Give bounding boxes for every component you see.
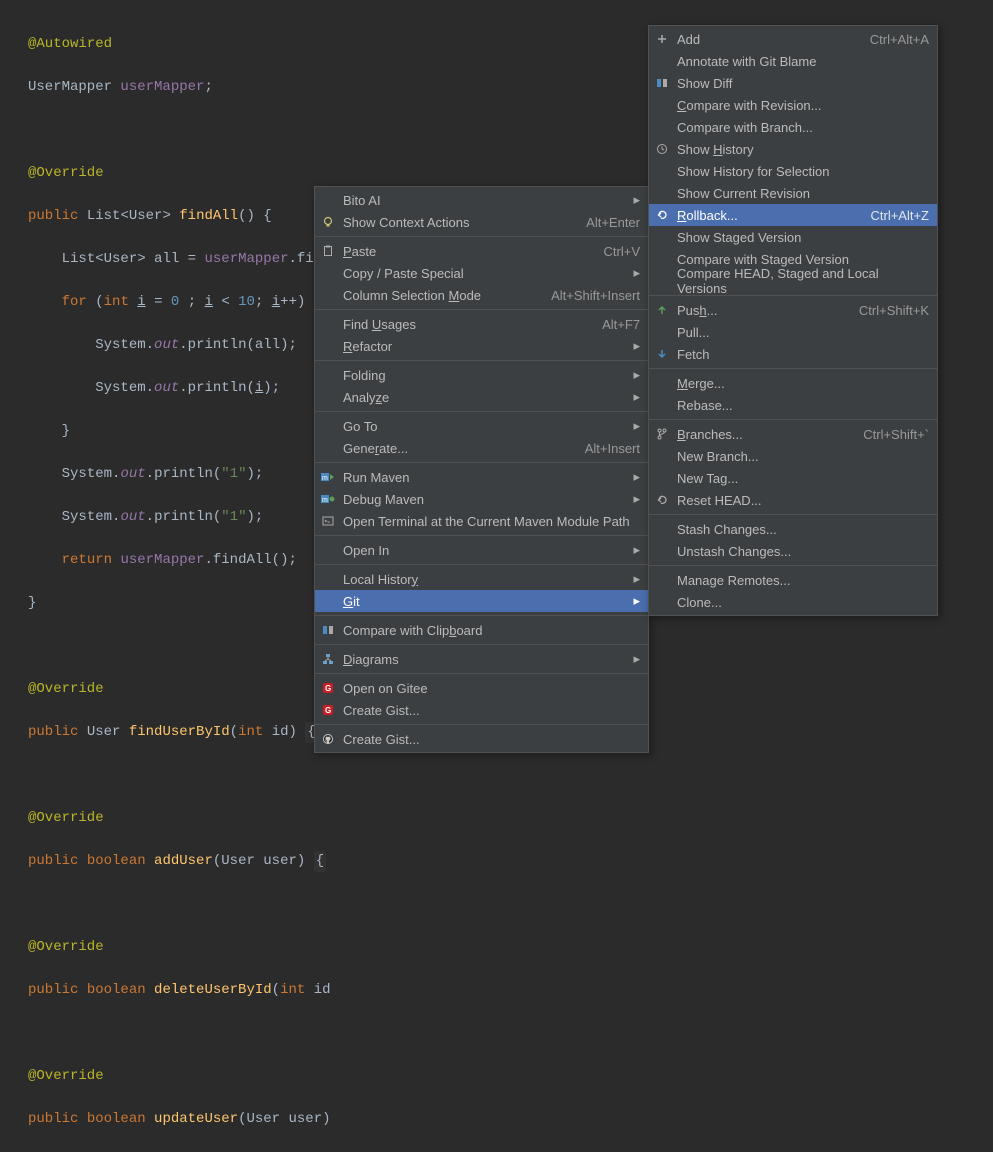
branch-icon [653,426,671,442]
stash-item[interactable]: Stash Changes... [649,518,937,540]
analyze-item[interactable]: Analyze▸ [315,386,648,408]
reset-head-item[interactable]: Reset HEAD... [649,489,937,511]
diagram-icon [319,651,337,667]
generate-item[interactable]: Generate...Alt+Insert [315,437,648,459]
svg-text:G: G [325,706,331,715]
chevron-right-icon: ▸ [633,651,640,667]
run-maven-item[interactable]: mRun Maven▸ [315,466,648,488]
chevron-right-icon: ▸ [633,571,640,587]
clock-icon [653,141,671,157]
context-menu: Bito AI▸ Show Context ActionsAlt+Enter P… [314,186,649,753]
diff-icon [653,75,671,91]
svg-text:G: G [325,684,331,693]
chevron-right-icon: ▸ [633,338,640,354]
chevron-right-icon: ▸ [633,418,640,434]
new-tag-item[interactable]: New Tag... [649,467,937,489]
add-item[interactable]: AddCtrl+Alt+A [649,28,937,50]
open-in-item[interactable]: Open In▸ [315,539,648,561]
manage-remotes-item[interactable]: Manage Remotes... [649,569,937,591]
terminal-icon [319,513,337,529]
merge-item[interactable]: Merge... [649,372,937,394]
fetch-item[interactable]: Fetch [649,343,937,365]
chevron-right-icon: ▸ [633,265,640,281]
compare-branch-item[interactable]: Compare with Branch... [649,116,937,138]
chevron-right-icon: ▸ [633,389,640,405]
show-diff-item[interactable]: Show Diff [649,72,937,94]
chevron-right-icon: ▸ [633,542,640,558]
open-gitee-item[interactable]: GOpen on Gitee [315,677,648,699]
github-icon [319,731,337,747]
debug-maven-item[interactable]: mDebug Maven▸ [315,488,648,510]
chevron-right-icon: ▸ [633,593,640,609]
goto-item[interactable]: Go To▸ [315,415,648,437]
chevron-right-icon: ▸ [633,491,640,507]
rollback-item[interactable]: Rollback...Ctrl+Alt+Z [649,204,937,226]
show-current-revision-item[interactable]: Show Current Revision [649,182,937,204]
svg-text:m: m [322,475,328,482]
bulb-icon [319,214,337,230]
annotate-item[interactable]: Annotate with Git Blame [649,50,937,72]
column-selection-item[interactable]: Column Selection ModeAlt+Shift+Insert [315,284,648,306]
maven-run-icon: m [319,469,337,485]
chevron-right-icon: ▸ [633,367,640,383]
svg-text:m: m [322,497,328,504]
fetch-icon [653,346,671,362]
chevron-right-icon: ▸ [633,192,640,208]
diff-icon [319,622,337,638]
push-item[interactable]: Push...Ctrl+Shift+K [649,299,937,321]
diagrams-item[interactable]: Diagrams▸ [315,648,648,670]
context-actions-item[interactable]: Show Context ActionsAlt+Enter [315,211,648,233]
chevron-right-icon: ▸ [633,469,640,485]
folding-item[interactable]: Folding▸ [315,364,648,386]
compare-clipboard-item[interactable]: Compare with Clipboard [315,619,648,641]
open-terminal-item[interactable]: Open Terminal at the Current Maven Modul… [315,510,648,532]
annotation: @Autowired [28,36,112,52]
rebase-item[interactable]: Rebase... [649,394,937,416]
gitee-icon: G [319,702,337,718]
gitee-icon: G [319,680,337,696]
new-branch-item[interactable]: New Branch... [649,445,937,467]
create-gist-gitee-item[interactable]: GCreate Gist... [315,699,648,721]
show-history-selection-item[interactable]: Show History for Selection [649,160,937,182]
compare-revision-item[interactable]: Compare with Revision... [649,94,937,116]
git-item[interactable]: Git▸ [315,590,648,612]
reset-icon [653,492,671,508]
refactor-item[interactable]: Refactor▸ [315,335,648,357]
compare-head-item[interactable]: Compare HEAD, Staged and Local Versions [649,270,937,292]
unstash-item[interactable]: Unstash Changes... [649,540,937,562]
clipboard-icon [319,243,337,259]
local-history-item[interactable]: Local History▸ [315,568,648,590]
paste-item[interactable]: PasteCtrl+V [315,240,648,262]
maven-debug-icon: m [319,491,337,507]
show-history-item[interactable]: Show History [649,138,937,160]
push-icon [653,302,671,318]
branches-item[interactable]: Branches...Ctrl+Shift+` [649,423,937,445]
find-usages-item[interactable]: Find UsagesAlt+F7 [315,313,648,335]
clone-item[interactable]: Clone... [649,591,937,613]
rollback-icon [653,207,671,223]
plus-icon [653,31,671,47]
bito-ai-item[interactable]: Bito AI▸ [315,189,648,211]
create-gist-github-item[interactable]: Create Gist... [315,728,648,750]
git-submenu: AddCtrl+Alt+A Annotate with Git Blame Sh… [648,25,938,616]
pull-item[interactable]: Pull... [649,321,937,343]
copy-paste-special-item[interactable]: Copy / Paste Special▸ [315,262,648,284]
show-staged-item[interactable]: Show Staged Version [649,226,937,248]
